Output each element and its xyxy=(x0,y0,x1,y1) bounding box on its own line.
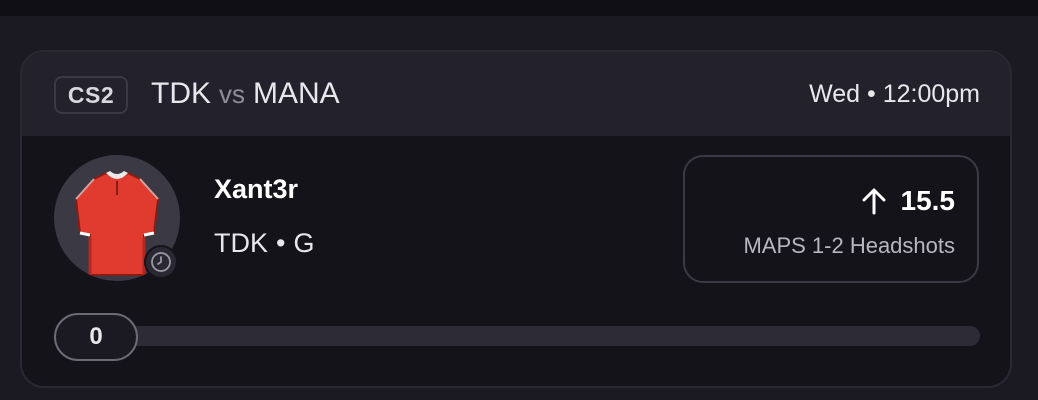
player-avatar[interactable] xyxy=(54,155,180,281)
matchup: TDK vs MANA xyxy=(151,74,340,114)
vs-label: vs xyxy=(219,78,245,109)
stat-label: MAPS 1-2 Headshots xyxy=(743,233,955,258)
player-meta: TDK • G xyxy=(214,228,314,259)
game-badge: CS2 xyxy=(54,76,128,114)
away-team: MANA xyxy=(253,77,340,110)
match-time: Wed • 12:00pm xyxy=(809,79,980,108)
stat-line-box[interactable]: 15.5 MAPS 1-2 Headshots xyxy=(683,155,979,283)
stat-line: 15.5 xyxy=(861,185,956,217)
card-header: CS2 TDK vs MANA Wed • 12:00pm xyxy=(22,52,1010,136)
slider-track[interactable] xyxy=(56,326,980,346)
arrow-up-icon xyxy=(862,188,885,215)
slider-thumb[interactable]: 0 xyxy=(54,313,138,361)
projection-card[interactable]: CS2 TDK vs MANA Wed • 12:00pm Xant3r TDK… xyxy=(20,50,1012,388)
clock-icon xyxy=(144,245,178,279)
stat-value: 15.5 xyxy=(900,185,956,216)
home-team: TDK xyxy=(151,77,211,110)
player-name: Xant3r xyxy=(214,174,299,204)
player-team: TDK xyxy=(214,228,268,258)
meta-separator: • xyxy=(276,228,286,258)
top-strip xyxy=(0,0,1038,16)
player-position: G xyxy=(293,228,315,258)
